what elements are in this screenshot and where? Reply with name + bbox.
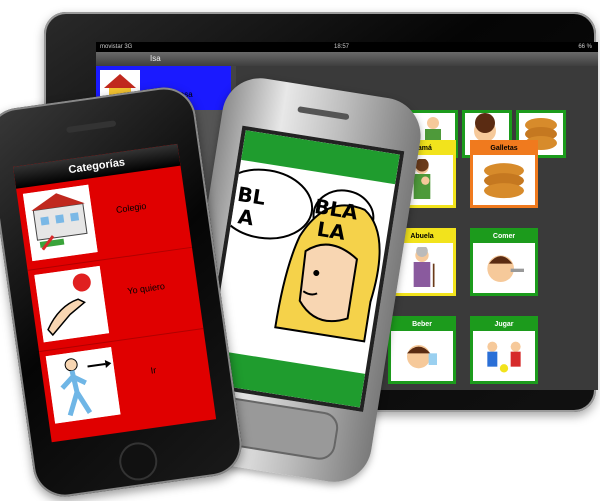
- nav-title: Isa: [150, 54, 161, 63]
- cookies-icon: [483, 163, 524, 199]
- nav-bar: Isa: [96, 52, 598, 66]
- tile-beber[interactable]: Beber: [388, 316, 456, 384]
- tile-label: Comer: [473, 231, 535, 243]
- category-label: Yo quiero: [126, 281, 166, 297]
- carrier-text: movistar 3G: [100, 44, 133, 50]
- tile-galletas[interactable]: Galletas: [470, 140, 538, 208]
- tile-label: Beber: [391, 319, 453, 331]
- tile-jugar[interactable]: Jugar: [470, 316, 538, 384]
- eat-icon: [487, 255, 524, 282]
- tile-label: Galletas: [473, 143, 535, 155]
- speech-text: LA: [315, 216, 348, 245]
- battery-text: 66 %: [578, 44, 592, 50]
- clock-text: 18:57: [334, 44, 350, 50]
- tile-comer[interactable]: Comer: [470, 228, 538, 296]
- status-bar: movistar 3G 18:57 66 %: [96, 42, 598, 52]
- smartphone-screen: Categorías Colegio Yo quiero Ir: [13, 143, 217, 443]
- category-label: Ir: [150, 365, 157, 376]
- hand-want-icon: [34, 265, 110, 343]
- speaker-grille: [66, 120, 117, 134]
- feature-phone-screen: BLA LA BL A: [201, 125, 405, 413]
- speaker-grille: [297, 106, 350, 121]
- grandmother-icon: [413, 247, 435, 287]
- home-button[interactable]: [116, 439, 160, 483]
- drink-icon: [406, 344, 437, 369]
- speaking-girl-icon: [215, 168, 381, 343]
- tile-label: Jugar: [473, 319, 535, 331]
- walk-icon: [45, 347, 121, 424]
- play-children-icon: [487, 341, 521, 373]
- school-icon: [22, 184, 98, 262]
- category-label: Colegio: [115, 200, 147, 215]
